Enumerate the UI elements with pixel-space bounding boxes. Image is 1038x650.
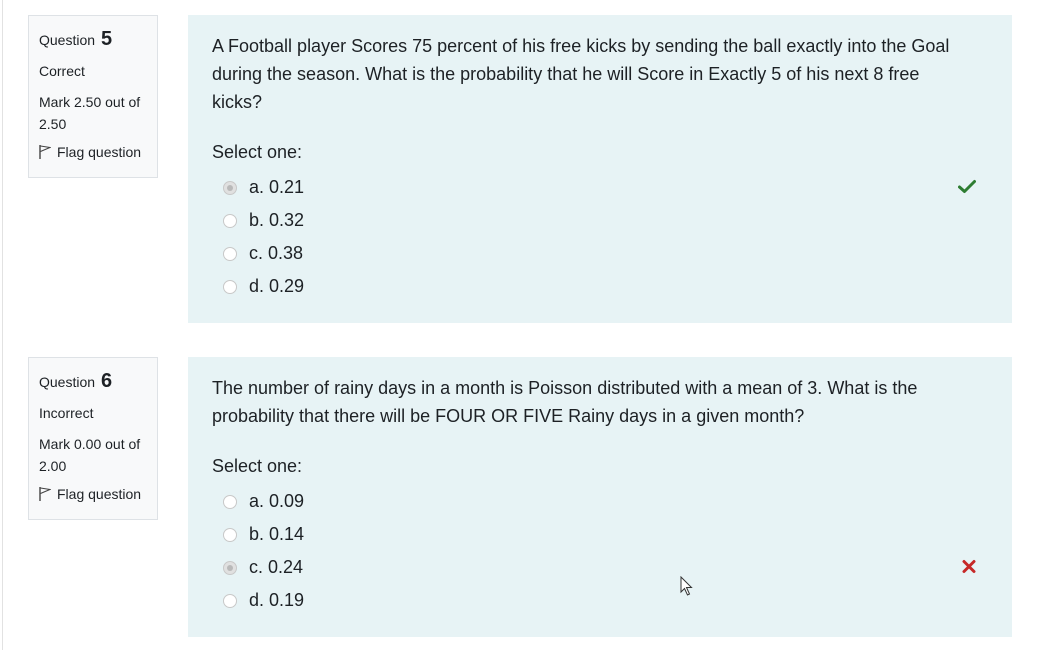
answer-option-d[interactable]: d. 0.29: [212, 270, 988, 303]
select-one-prompt: Select one:: [212, 142, 303, 162]
question-number-value: 6: [100, 370, 113, 392]
question-info-panel: Question 5 Correct Mark 2.50 out of 2.50…: [28, 15, 158, 178]
question-text: A Football player Scores 75 percent of h…: [212, 36, 950, 112]
flag-question-label: Flag question: [57, 144, 142, 160]
answer-option-d[interactable]: d. 0.19: [212, 584, 988, 617]
answer-option-c[interactable]: c. 0.38: [212, 237, 988, 270]
answer-label: a. 0.09: [249, 491, 305, 511]
question-grade: Mark 2.50 out of 2.50: [39, 94, 141, 132]
question-content: A Football player Scores 75 percent of h…: [188, 15, 1012, 323]
flag-question-button[interactable]: Flag question: [39, 144, 157, 160]
answer-radio[interactable]: [223, 527, 237, 542]
question-number-value: 5: [100, 28, 113, 50]
question-number: Question 6: [39, 370, 157, 393]
mouse-cursor-icon: [680, 576, 693, 596]
answer-radio[interactable]: [223, 180, 237, 195]
answer-radio[interactable]: [223, 246, 237, 261]
answer-option-b[interactable]: b. 0.32: [212, 204, 988, 237]
question-label: Question: [39, 32, 96, 48]
question-content: The number of rainy days in a month is P…: [188, 357, 1012, 637]
answer-label: c. 0.24: [249, 557, 304, 577]
answer-label: d. 0.19: [249, 590, 305, 610]
answer-label: b. 0.32: [249, 210, 305, 230]
answer-radio[interactable]: [223, 279, 237, 294]
question-label: Question: [39, 374, 96, 390]
answer-radio[interactable]: [223, 494, 237, 509]
question-state: Correct: [39, 63, 85, 79]
question-number: Question 5: [39, 28, 157, 51]
answer-label: c. 0.38: [249, 243, 304, 263]
answer-label: b. 0.14: [249, 524, 305, 544]
question-text: The number of rainy days in a month is P…: [212, 378, 918, 426]
answer-label: a. 0.21: [249, 177, 305, 197]
answer-label: d. 0.29: [249, 276, 305, 296]
question-grade: Mark 0.00 out of 2.00: [39, 436, 141, 474]
question-info-panel: Question 6 Incorrect Mark 0.00 out of 2.…: [28, 357, 158, 520]
answer-radio[interactable]: [223, 213, 237, 228]
answer-list: a. 0.09 b. 0.14 c. 0.24 d. 0.19: [212, 485, 988, 617]
answer-option-a[interactable]: a. 0.09: [212, 485, 988, 518]
page-left-border: [2, 0, 3, 650]
flag-question-label: Flag question: [57, 486, 142, 502]
flag-icon: [39, 145, 51, 159]
flag-icon: [39, 487, 51, 501]
question-state: Incorrect: [39, 405, 94, 421]
answer-radio[interactable]: [223, 593, 237, 608]
answer-list: a. 0.21 b. 0.32 c. 0.38 d. 0.29: [212, 171, 988, 303]
answer-radio[interactable]: [223, 560, 237, 575]
cross-icon: [962, 557, 976, 578]
answer-option-b[interactable]: b. 0.14: [212, 518, 988, 551]
answer-option-a[interactable]: a. 0.21: [212, 171, 988, 204]
select-one-prompt: Select one:: [212, 456, 303, 476]
answer-option-c[interactable]: c. 0.24: [212, 551, 988, 584]
check-icon: [958, 177, 976, 198]
flag-question-button[interactable]: Flag question: [39, 486, 157, 502]
